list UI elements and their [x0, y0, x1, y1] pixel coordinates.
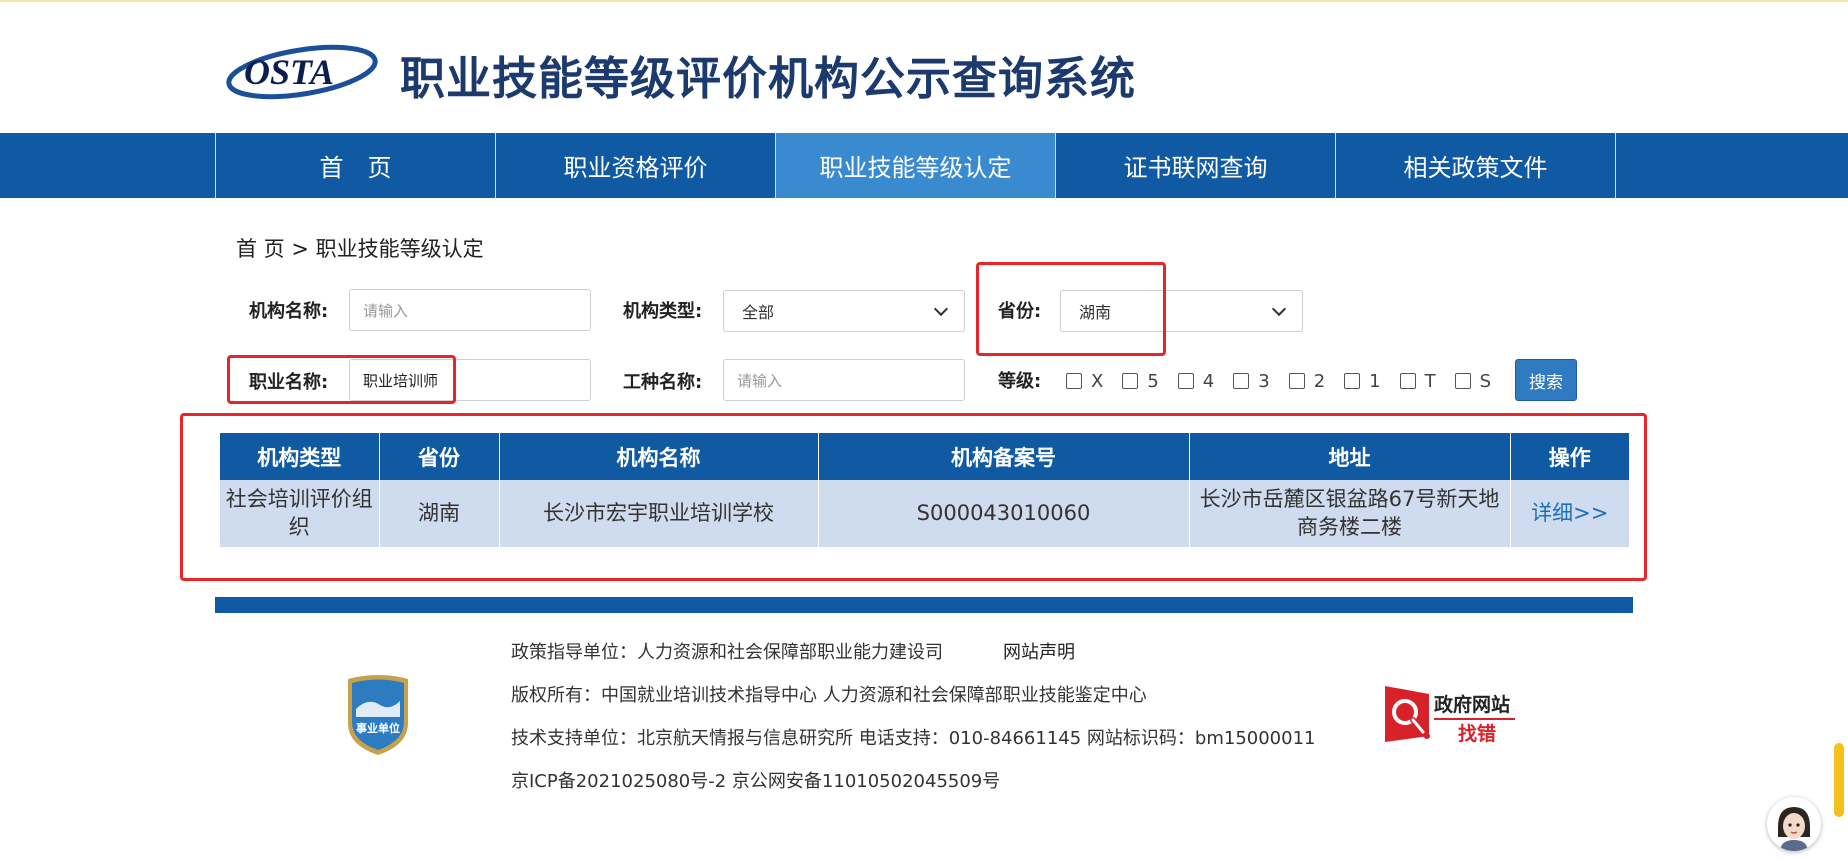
- cell-province: 湖南: [379, 480, 500, 547]
- job-type-label: 工种名称:: [623, 372, 703, 393]
- grade-option-5[interactable]: 5: [1122, 370, 1159, 392]
- grade-option-1[interactable]: 1: [1344, 370, 1381, 392]
- logo-text: OSTA: [244, 52, 334, 92]
- footer-icp[interactable]: 京ICP备2021025080号-2 京公网安备11010502045509号: [511, 767, 1000, 793]
- nav-skill-level-certification[interactable]: 职业技能等级认定: [776, 133, 1056, 198]
- column-header: 操作: [1510, 433, 1629, 480]
- results-table: 机构类型 省份 机构名称 机构备案号 地址 操作 社会培训评价组织 湖南 长沙市…: [220, 433, 1629, 547]
- grade-option-t[interactable]: T: [1399, 370, 1436, 392]
- breadcrumb: 首 页 > 职业技能等级认定: [236, 237, 484, 261]
- assistant-avatar-icon[interactable]: [1767, 797, 1821, 851]
- grade-option-label: 4: [1202, 370, 1215, 392]
- cell-action: 详细>>: [1510, 480, 1629, 547]
- job-type-placeholder: 请输入: [737, 371, 783, 390]
- search-button[interactable]: 搜索: [1515, 359, 1577, 401]
- site-header: OSTA 职业技能等级评价机构公示查询系统: [0, 2, 1848, 133]
- province-value: 湖南: [1079, 303, 1112, 322]
- grade-option-label: 3: [1258, 370, 1270, 392]
- public-institution-emblem[interactable]: 事业单位: [342, 673, 414, 757]
- province-select[interactable]: 湖南: [1060, 290, 1303, 332]
- column-header: 机构名称: [499, 433, 819, 480]
- nav-policy-documents[interactable]: 相关政策文件: [1336, 133, 1616, 198]
- footer-tech-support: 技术支持单位：北京航天情报与信息研究所 电话支持：010-84661145 网站…: [511, 728, 1316, 749]
- grade-option-label: T: [1424, 370, 1436, 392]
- checkbox[interactable]: [1177, 373, 1194, 389]
- gov-badge-subtitle: 找错: [1458, 723, 1497, 745]
- job-type-input[interactable]: 请输入: [723, 359, 965, 401]
- grade-option-2[interactable]: 2: [1288, 370, 1326, 392]
- occupation-input[interactable]: 职业培训师: [349, 359, 591, 401]
- site-statement-link[interactable]: 网站声明: [1003, 642, 1075, 663]
- chevron-down-icon: [1271, 301, 1287, 316]
- column-header: 省份: [379, 433, 500, 480]
- org-type-select[interactable]: 全部: [723, 290, 965, 332]
- column-header: 地址: [1189, 433, 1511, 480]
- grade-option-label: S: [1479, 370, 1492, 392]
- column-header: 机构备案号: [818, 433, 1190, 480]
- table-header-row: 机构类型 省份 机构名称 机构备案号 地址 操作: [220, 433, 1629, 480]
- main-nav: 首 页 职业资格评价 职业技能等级认定 证书联网查询 相关政策文件: [0, 133, 1848, 198]
- occupation-label: 职业名称:: [249, 372, 329, 393]
- org-name-placeholder: 请输入: [363, 301, 409, 320]
- checkbox[interactable]: [1344, 373, 1361, 389]
- grade-option-x[interactable]: X: [1066, 371, 1103, 392]
- cell-org-type: 社会培训评价组织: [220, 480, 380, 547]
- nav-home[interactable]: 首 页: [216, 133, 496, 198]
- grade-option-label: 1: [1369, 370, 1381, 392]
- site-title: 职业技能等级评价机构公示查询系统: [400, 52, 1137, 105]
- emblem-text: 事业单位: [356, 721, 400, 735]
- grade-option-label: X: [1091, 370, 1104, 392]
- org-type-value: 全部: [742, 303, 775, 322]
- side-accent-bar: [1834, 743, 1844, 817]
- checkbox[interactable]: [1233, 373, 1250, 389]
- org-type-label: 机构类型:: [623, 301, 703, 322]
- org-name-label: 机构名称:: [249, 301, 329, 322]
- osta-logo[interactable]: OSTA: [222, 40, 380, 102]
- checkbox[interactable]: [1454, 373, 1471, 389]
- grade-option-3[interactable]: 3: [1233, 370, 1270, 392]
- province-label: 省份:: [998, 301, 1042, 322]
- table-row: 社会培训评价组织 湖南 长沙市宏宇职业培训学校 S000043010060 长沙…: [220, 480, 1629, 547]
- grade-checkboxes: X 5 4 3 2 1 T S: [1066, 369, 1510, 393]
- grade-option-4[interactable]: 4: [1177, 370, 1215, 392]
- footer-copyright: 版权所有：中国就业培训技术指导中心 人力资源和社会保障部职业技能鉴定中心: [511, 685, 1147, 706]
- occupation-value: 职业培训师: [363, 371, 439, 390]
- cell-org-name: 长沙市宏宇职业培训学校: [499, 480, 819, 547]
- checkbox[interactable]: [1066, 373, 1082, 389]
- grade-option-s[interactable]: S: [1454, 370, 1492, 392]
- nav-certificate-query[interactable]: 证书联网查询: [1056, 133, 1336, 198]
- chevron-down-icon: [933, 301, 949, 316]
- detail-link[interactable]: 详细>>: [1531, 501, 1608, 525]
- footer-divider: [215, 597, 1633, 613]
- checkbox[interactable]: [1399, 373, 1416, 389]
- grade-label: 等级:: [998, 371, 1042, 392]
- checkbox[interactable]: [1288, 373, 1305, 389]
- footer-policy-unit: 政策指导单位：人力资源和社会保障部职业能力建设司: [511, 642, 943, 663]
- grade-option-label: 5: [1147, 370, 1159, 392]
- checkbox[interactable]: [1122, 373, 1139, 389]
- footer-line-policy: 政策指导单位：人力资源和社会保障部职业能力建设司 网站声明: [511, 638, 1075, 664]
- gov-badge-title: 政府网站: [1434, 694, 1511, 716]
- grade-option-label: 2: [1313, 370, 1326, 392]
- cell-record-no: S000043010060: [818, 480, 1190, 547]
- org-name-input[interactable]: 请输入: [349, 289, 591, 331]
- cell-address: 长沙市岳麓区银盆路67号新天地商务楼二楼: [1189, 480, 1511, 547]
- nav-qualification-evaluation[interactable]: 职业资格评价: [496, 133, 776, 198]
- column-header: 机构类型: [220, 433, 380, 480]
